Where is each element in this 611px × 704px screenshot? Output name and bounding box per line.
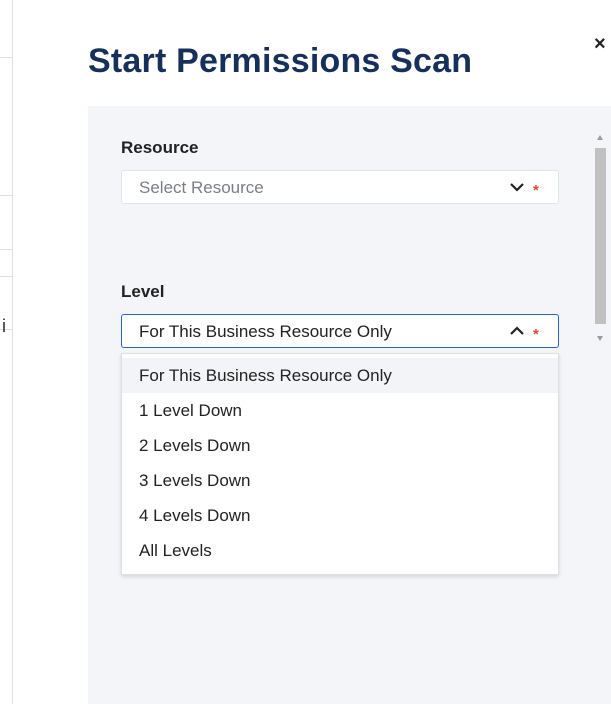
level-dropdown-menu: For This Business Resource Only 1 Level …	[121, 353, 559, 575]
chevron-down-icon	[510, 183, 524, 192]
background-divider	[0, 276, 12, 277]
dropdown-option[interactable]: 4 Levels Down	[122, 498, 558, 533]
dropdown-option[interactable]: For This Business Resource Only	[122, 358, 558, 393]
background-divider	[0, 57, 12, 58]
chevron-up-icon	[510, 326, 524, 335]
level-label: Level	[121, 282, 165, 301]
dialog-title: Start Permissions Scan	[88, 42, 473, 80]
level-select[interactable]: For This Business Resource Only *	[121, 314, 559, 348]
background-page-strip	[0, 0, 13, 704]
background-divider	[0, 249, 12, 250]
resource-placeholder: Select Resource	[139, 178, 264, 197]
resource-select[interactable]: Select Resource *	[121, 170, 559, 204]
required-asterisk: *	[533, 182, 539, 199]
resource-label: Resource	[121, 138, 199, 157]
background-clipped-text: i	[2, 316, 6, 336]
required-asterisk: *	[533, 326, 539, 343]
panel-scrollbar[interactable]	[595, 128, 606, 346]
scrollbar-thumb[interactable]	[595, 148, 606, 324]
scroll-down-arrow-icon[interactable]	[597, 336, 603, 341]
dropdown-option[interactable]: All Levels	[122, 533, 558, 568]
close-button[interactable]: ×	[594, 34, 611, 54]
background-divider	[0, 195, 12, 196]
dropdown-option[interactable]: 2 Levels Down	[122, 428, 558, 463]
close-icon: ×	[594, 33, 606, 55]
dropdown-option[interactable]: 1 Level Down	[122, 393, 558, 428]
dropdown-option[interactable]: 3 Levels Down	[122, 463, 558, 498]
scroll-up-arrow-icon[interactable]	[597, 135, 603, 140]
level-selected-value: For This Business Resource Only	[139, 322, 392, 341]
